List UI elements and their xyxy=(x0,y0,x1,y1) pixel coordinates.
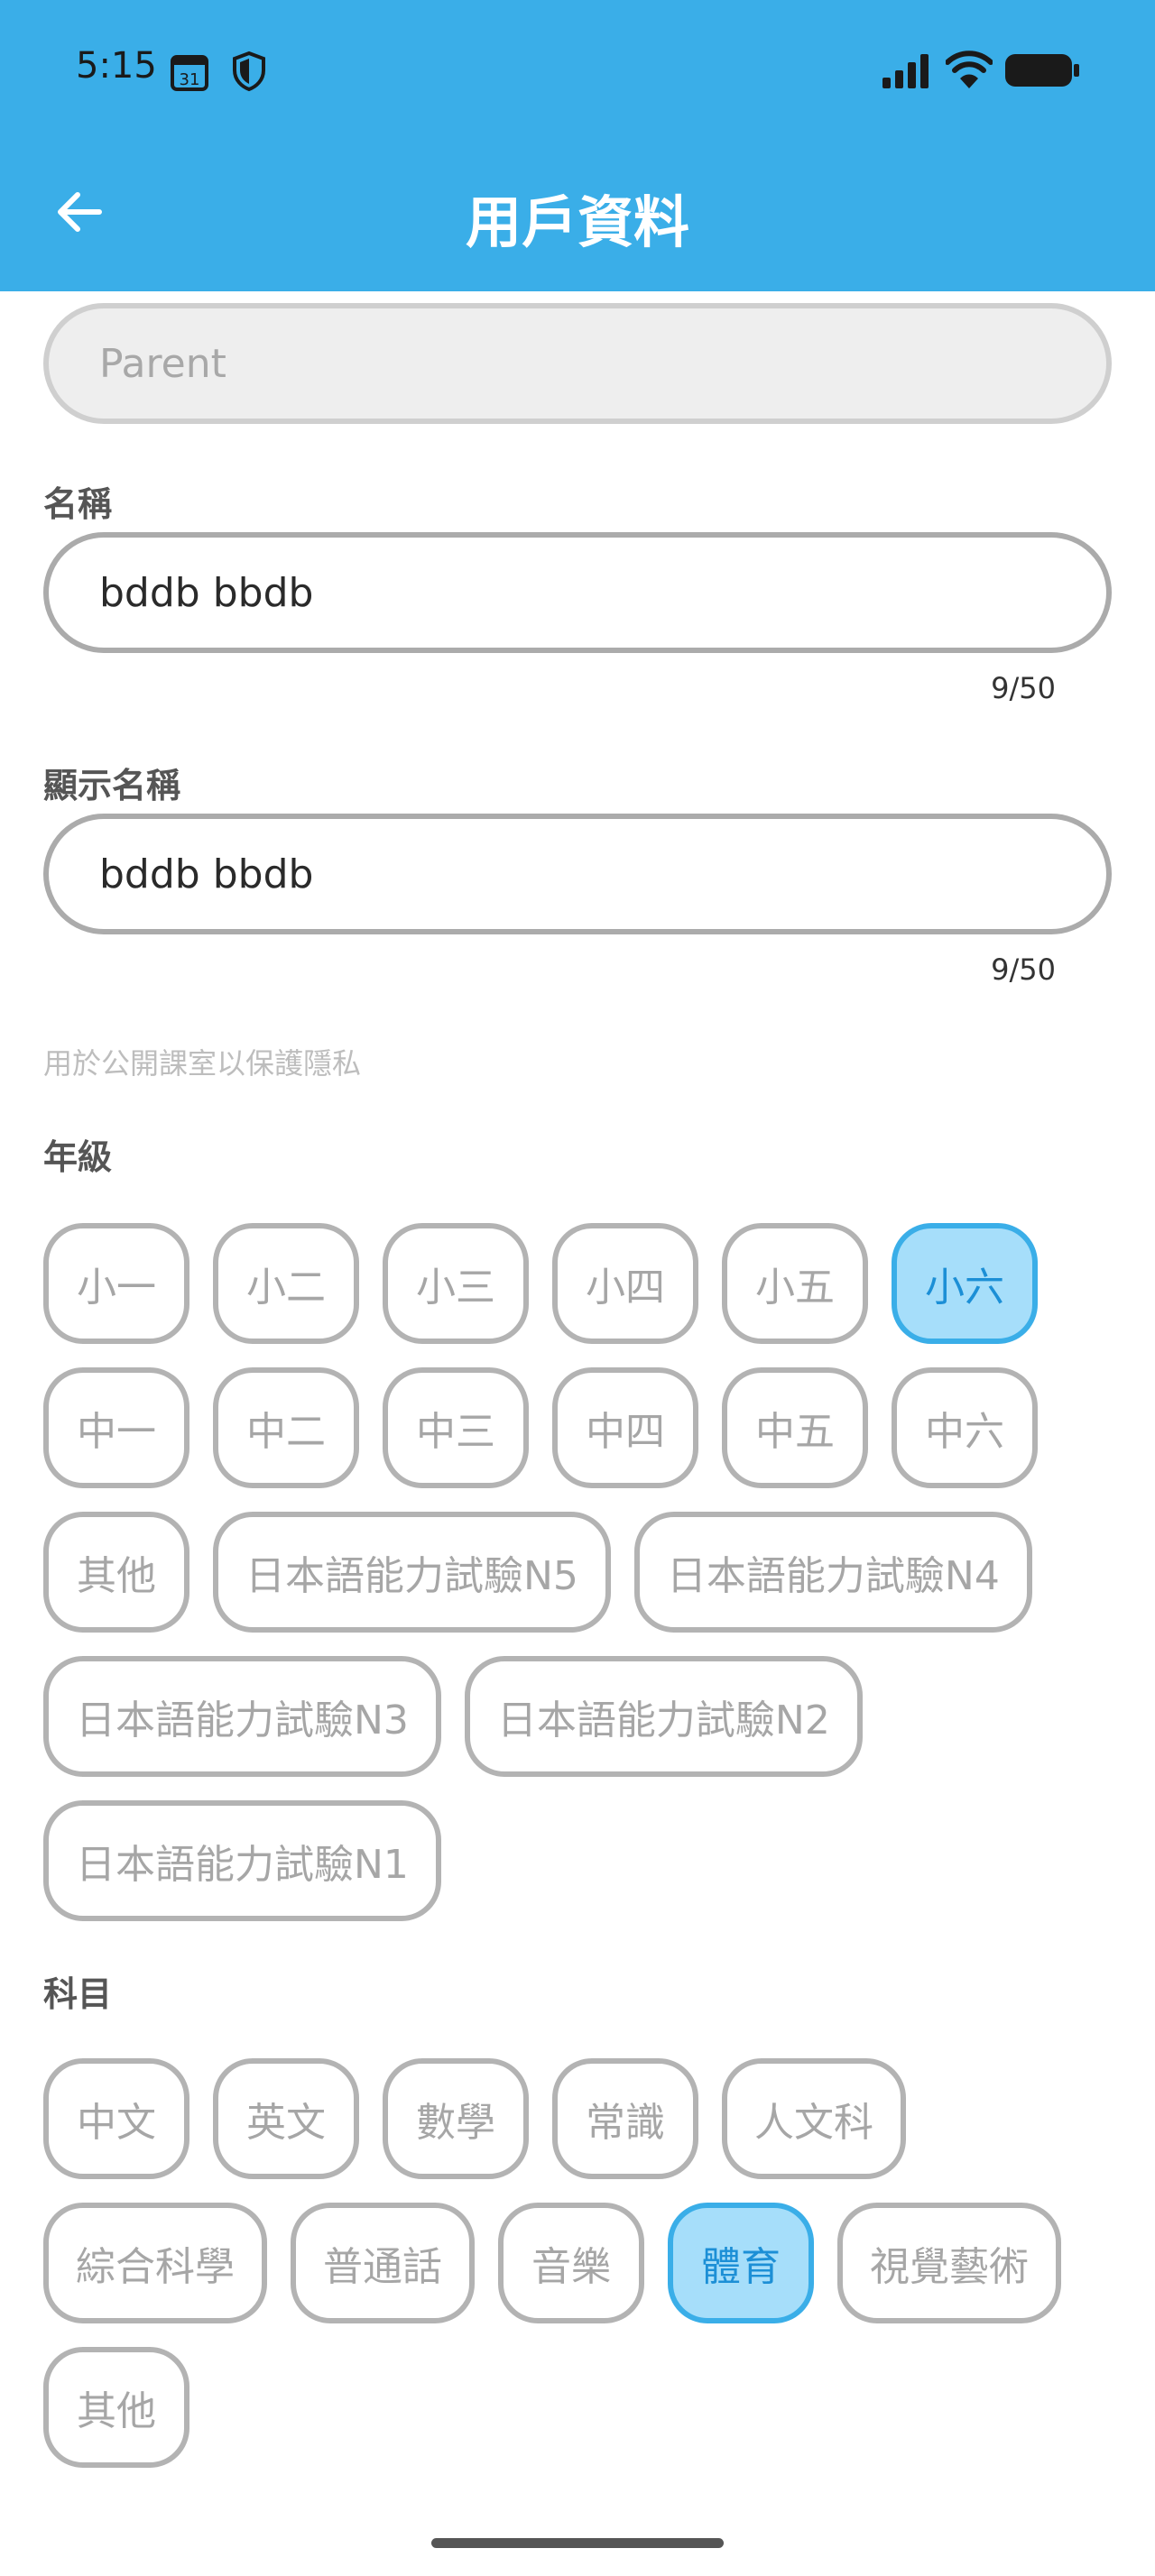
subject-chip[interactable]: 英文 xyxy=(213,2058,359,2179)
grade-chip[interactable]: 其他 xyxy=(43,1512,189,1633)
grade-chip[interactable]: 中二 xyxy=(213,1367,359,1488)
grade-chip[interactable]: 小四 xyxy=(552,1223,698,1344)
status-time: 5:15 xyxy=(76,45,157,87)
grade-chip[interactable]: 小三 xyxy=(383,1223,529,1344)
wifi-icon xyxy=(945,51,993,92)
grade-chip[interactable]: 小六 xyxy=(892,1223,1038,1344)
subject-chip-group: 中文 英文 數學 常識 人文科綜合科學 普通話 音樂 體育 視覺藝術其他 xyxy=(43,2058,1126,2468)
grade-chip[interactable]: 日本語能力試驗N4 xyxy=(633,1512,1032,1633)
display-name-counter: 9/50 xyxy=(991,952,1056,987)
page-title: 用戶資料 xyxy=(465,189,689,255)
grade-chip[interactable]: 中一 xyxy=(43,1367,189,1488)
role-field: Parent xyxy=(43,303,1112,424)
name-counter: 9/50 xyxy=(991,671,1056,705)
calendar-day: 31 xyxy=(180,70,200,89)
subject-chip[interactable]: 音樂 xyxy=(498,2203,644,2323)
grade-chip[interactable]: 小一 xyxy=(43,1223,189,1344)
shield-icon xyxy=(231,51,267,96)
subject-chip[interactable]: 人文科 xyxy=(722,2058,906,2179)
grade-chip[interactable]: 中六 xyxy=(892,1367,1038,1488)
name-label: 名稱 xyxy=(43,484,113,524)
grade-chip[interactable]: 中四 xyxy=(552,1367,698,1488)
grade-chip[interactable]: 小五 xyxy=(722,1223,868,1344)
grade-chip[interactable]: 中三 xyxy=(383,1367,529,1488)
role-value: Parent xyxy=(99,340,226,387)
grade-chip[interactable]: 小二 xyxy=(213,1223,359,1344)
battery-icon xyxy=(1005,52,1081,92)
grade-chip[interactable]: 日本語能力試驗N5 xyxy=(213,1512,611,1633)
grade-chip[interactable]: 日本語能力試驗N1 xyxy=(43,1800,441,1921)
name-value: bddb bbdb xyxy=(99,569,314,616)
name-input[interactable]: bddb bbdb xyxy=(43,532,1112,653)
grade-chip[interactable]: 日本語能力試驗N3 xyxy=(43,1656,441,1777)
grade-chip-group: 小一 小二 小三 小四 小五 小六 中一 中二 中三 中四 中五 中六 其他 日本語能力試驗N5 日本語能力… xyxy=(43,1223,1126,1921)
subject-label: 科目 xyxy=(43,1974,113,2014)
home-indicator xyxy=(431,2538,724,2548)
subject-chip[interactable]: 體育 xyxy=(668,2203,814,2323)
display-name-input[interactable]: bddb bbdb xyxy=(43,814,1112,934)
subject-chip[interactable]: 中文 xyxy=(43,2058,189,2179)
subject-chip[interactable]: 數學 xyxy=(383,2058,529,2179)
grade-chip[interactable]: 中五 xyxy=(722,1367,868,1488)
signal-icon xyxy=(882,54,931,92)
app-bar: 5:15 31 用戶資料 xyxy=(0,0,1155,291)
display-name-helper: 用於公開課室以保護隱私 xyxy=(43,1046,362,1081)
subject-chip[interactable]: 綜合科學 xyxy=(43,2203,267,2323)
subject-chip[interactable]: 視覺藝術 xyxy=(837,2203,1061,2323)
subject-chip[interactable]: 常識 xyxy=(552,2058,698,2179)
calendar-icon: 31 xyxy=(170,52,209,96)
subject-chip[interactable]: 普通話 xyxy=(291,2203,475,2323)
display-name-label: 顯示名稱 xyxy=(43,766,181,805)
grade-label: 年級 xyxy=(43,1137,113,1177)
subject-chip[interactable]: 其他 xyxy=(43,2347,189,2468)
grade-chip[interactable]: 日本語能力試驗N2 xyxy=(464,1656,863,1777)
display-name-value: bddb bbdb xyxy=(99,851,314,897)
